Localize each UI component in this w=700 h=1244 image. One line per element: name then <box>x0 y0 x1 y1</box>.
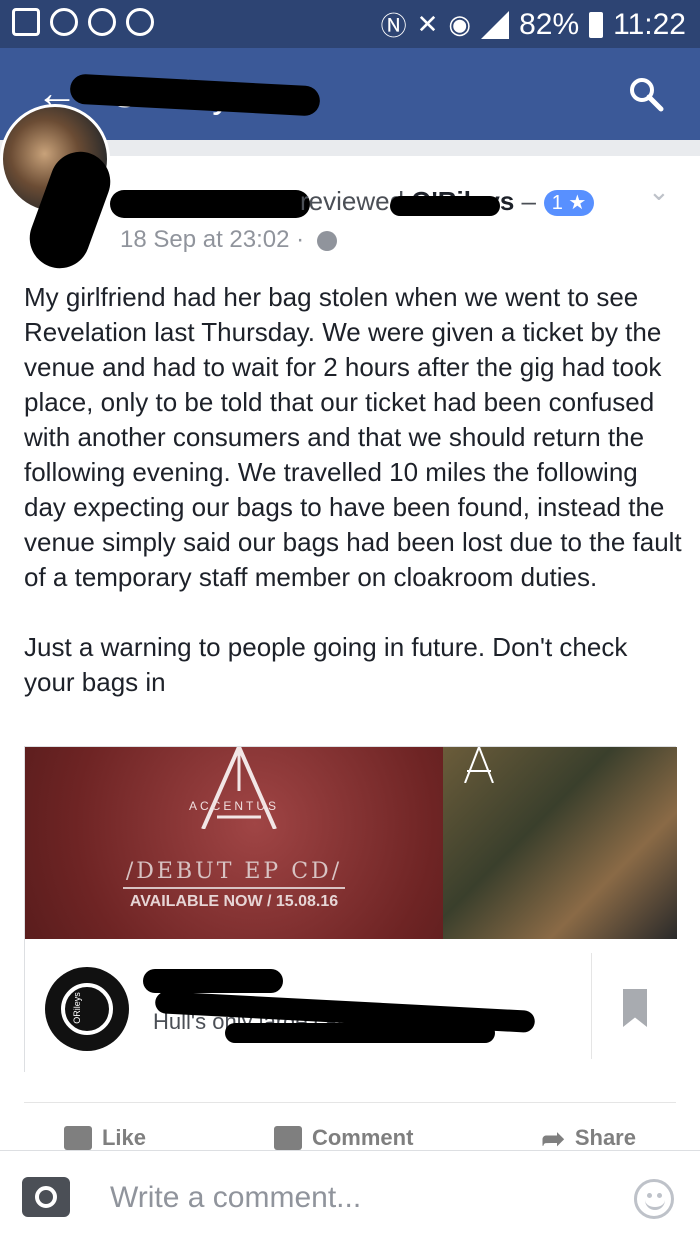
accentus-mini-logo-icon <box>464 747 494 783</box>
twitter-icon <box>50 8 78 36</box>
redaction-mark <box>143 969 283 993</box>
signal-icon <box>481 10 510 39</box>
link-preview-card[interactable]: ACCENTUS /DEBUT EP CD/ AVAILABLE NOW / 1… <box>24 746 677 1073</box>
link-preview-image[interactable]: ACCENTUS /DEBUT EP CD/ AVAILABLE NOW / 1… <box>25 747 677 939</box>
banner-brand: ACCENTUS <box>188 799 279 813</box>
emoji-icon[interactable] <box>634 1179 674 1219</box>
camera-lens <box>35 1186 57 1208</box>
wifi-icon: ◉ <box>448 9 472 39</box>
system-status: Ⓝ ✕ ◉ 82% 11:22 <box>381 6 686 43</box>
accessibility-icon <box>88 8 116 36</box>
accentus-logo-icon <box>201 747 277 829</box>
review-verb: reviewed <box>300 186 405 216</box>
review-timestamp[interactable]: 18 Sep at 23:02 · <box>120 226 304 253</box>
gallery-icon <box>12 8 40 36</box>
actions-divider <box>24 1102 676 1103</box>
rating-badge: 1 ★ <box>544 190 594 216</box>
review-meta: 18 Sep at 23:02 · <box>120 226 337 254</box>
comment-input[interactable]: Write a comment... <box>110 1181 361 1215</box>
chevron-down-icon[interactable]: ⌄ <box>648 176 670 207</box>
banner-ep-title: /DEBUT EP CD/ <box>125 859 343 884</box>
banner-availability: AVAILABLE NOW / 15.08.16 <box>129 893 339 910</box>
page-avatar-label: ORileys <box>71 992 82 1024</box>
globe-icon <box>316 230 337 251</box>
review-text: My girlfriend had her bag stolen when we… <box>24 282 682 697</box>
dash-separator: – <box>521 186 537 216</box>
comment-label: Comment <box>311 1125 414 1150</box>
ep-artwork: ACCENTUS /DEBUT EP CD/ AVAILABLE NOW / 1… <box>25 747 443 939</box>
banner-divider <box>123 887 345 889</box>
comment-composer: Write a comment... <box>0 1150 700 1244</box>
nfc-icon: Ⓝ <box>380 11 407 41</box>
battery-icon <box>589 11 604 38</box>
share-label: Share <box>574 1125 636 1150</box>
camera-icon[interactable] <box>22 1177 70 1217</box>
clock: 11:22 <box>613 7 686 41</box>
search-icon[interactable] <box>628 76 664 112</box>
band-photo <box>443 747 677 939</box>
bookmark-icon[interactable] <box>623 989 647 1027</box>
notification-icons <box>12 8 154 36</box>
page-avatar: ORileys <box>45 967 129 1051</box>
thumbs-up-icon <box>63 1126 92 1150</box>
redaction-mark <box>110 190 310 218</box>
link-preview-footer[interactable]: ORileys Hull's only large capacity ... .… <box>25 939 677 1073</box>
footer-separator <box>591 953 592 1059</box>
status-bar: Ⓝ ✕ ◉ 82% 11:22 <box>0 0 700 48</box>
mute-icon: ✕ <box>416 9 439 39</box>
like-label: Like <box>101 1125 146 1150</box>
emoji-mouth <box>645 1198 665 1210</box>
battery-percent: 82% <box>519 7 580 41</box>
comment-icon <box>273 1126 302 1150</box>
redaction-mark <box>225 1023 495 1043</box>
podcast-icon <box>126 8 154 36</box>
page-avatar-ring <box>61 983 113 1035</box>
redaction-mark <box>390 196 500 216</box>
